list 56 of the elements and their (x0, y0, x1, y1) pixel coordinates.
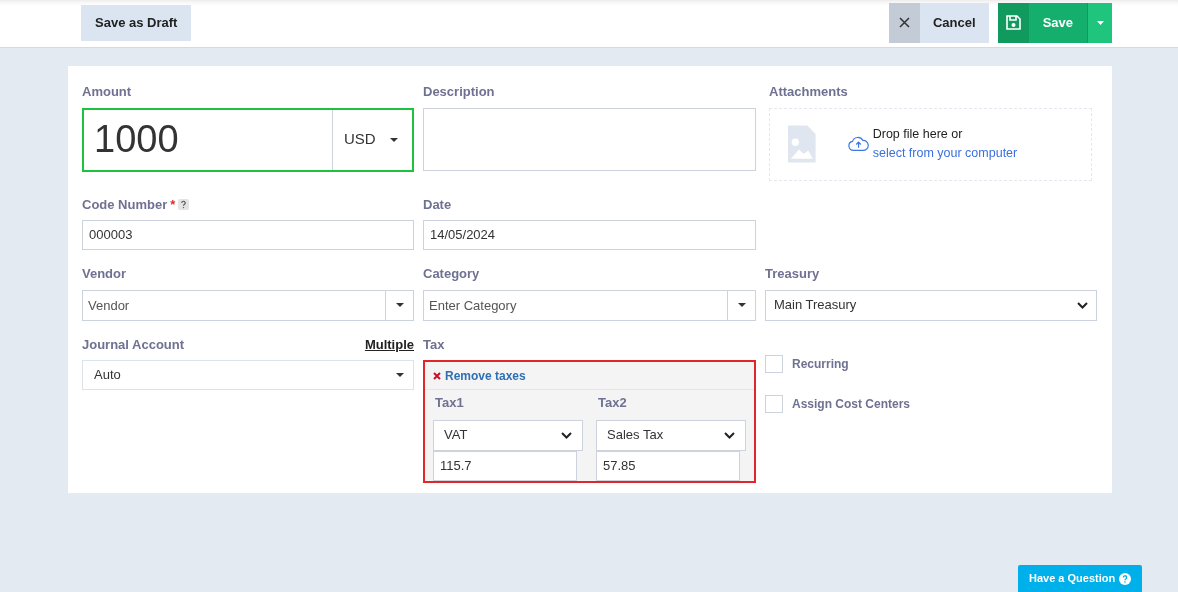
code-number-field[interactable]: 000003 (82, 220, 414, 250)
floppy-disk-icon (1005, 15, 1021, 30)
remove-taxes-link[interactable]: Remove taxes (445, 366, 526, 385)
caret-icon (1096, 20, 1104, 25)
help-icon (178, 198, 190, 210)
close-icon (899, 17, 910, 28)
caret-icon (396, 373, 404, 377)
save-options-button[interactable] (1087, 2, 1112, 43)
image-file-icon (788, 124, 816, 164)
remove-icon (433, 371, 441, 380)
field-label: Description (423, 83, 496, 101)
tax-amount-field[interactable]: 57.85 (596, 450, 740, 481)
field-label: Category (423, 265, 481, 283)
tax-amount-field[interactable]: 115.7 (433, 450, 577, 481)
chevron-icon (561, 431, 572, 439)
chevron-icon (1077, 301, 1088, 309)
tax-type-select[interactable]: Sales Tax (596, 419, 746, 451)
field-label: Attachments (769, 83, 849, 101)
field-label: Treasury (765, 265, 821, 283)
cloud-upload-icon (847, 136, 869, 152)
caret-icon (395, 303, 404, 307)
category-field[interactable]: Enter Category (423, 289, 728, 321)
treasury-select[interactable]: Main Treasury (765, 289, 1097, 321)
currency-dropdown[interactable]: USD (332, 109, 412, 170)
description-field[interactable] (423, 107, 756, 171)
caret-icon (389, 137, 398, 142)
drop-file-text: Drop file here or select from your computer (872, 126, 1019, 162)
multiple-link[interactable]: Multiple (364, 334, 414, 354)
help-icon (1119, 572, 1132, 585)
amount-field[interactable]: 1000 USD (82, 107, 414, 172)
checkbox[interactable] (765, 354, 783, 373)
field-label: Date (423, 195, 453, 214)
chevron-icon (724, 431, 735, 439)
tax-label: Tax2 (598, 394, 628, 412)
drop-zone[interactable]: Drop file here or select from your computer (769, 107, 1092, 181)
journal-account-dropdown[interactable]: Auto (82, 360, 414, 390)
cancel-button[interactable]: Cancel (889, 2, 989, 43)
date-field[interactable]: 14/05/2024 (423, 220, 756, 250)
checkbox[interactable] (765, 394, 783, 413)
field-label: Code Number (82, 195, 168, 214)
field-label: Vendor (82, 265, 128, 283)
caret-icon (737, 303, 746, 307)
amount-value: 1000 (93, 117, 180, 162)
tax-label: Tax1 (435, 394, 465, 412)
field-label: Journal Account (82, 335, 185, 354)
checkbox-label: Recurring (792, 355, 849, 373)
required-mark: * (170, 195, 176, 214)
field-label: Amount (82, 83, 133, 101)
save-draft-button[interactable]: Save as Draft (81, 4, 192, 41)
tax-type-select[interactable]: VAT (433, 419, 583, 451)
checkbox-label: Assign Cost Centers (792, 395, 911, 413)
dropdown-button[interactable] (386, 289, 414, 321)
select-file-link[interactable]: select from your computer (872, 146, 1018, 160)
field-label: Tax (423, 335, 446, 354)
vendor-field[interactable]: Vendor (82, 289, 386, 321)
dropdown-button[interactable] (728, 289, 756, 321)
